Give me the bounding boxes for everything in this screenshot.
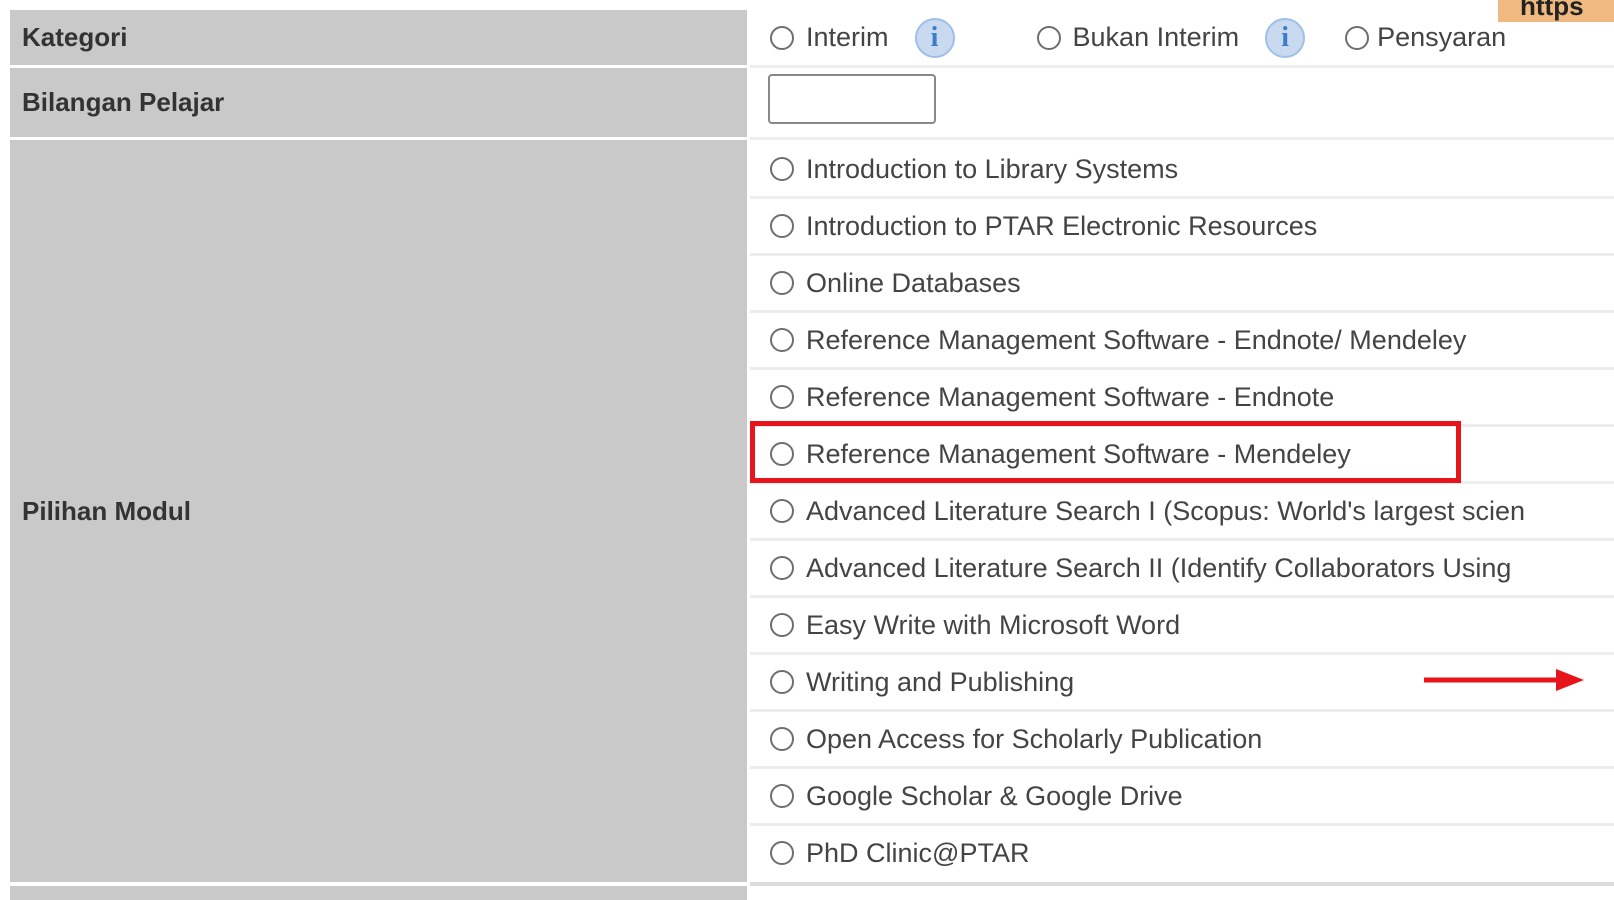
kategori-option-bukan-interim[interactable]: Bukan Interim i	[1017, 17, 1306, 58]
row-divider	[750, 65, 1614, 68]
row-divider	[750, 137, 1614, 140]
option-label: Bukan Interim	[1072, 22, 1240, 52]
radio-button[interactable]	[770, 727, 794, 751]
modul-option[interactable]: Advanced Literature Search II (Identify …	[750, 541, 1614, 595]
kategori-option-interim[interactable]: Interim i	[750, 17, 955, 58]
radio-button[interactable]	[770, 442, 794, 466]
option-label: Interim	[806, 22, 889, 52]
radio-pensyaran[interactable]	[1345, 25, 1370, 50]
pilihan-modul-label: Pilihan Modul	[10, 140, 747, 882]
modul-option-label: Easy Write with Microsoft Word	[806, 609, 1181, 640]
radio-bukan-interim[interactable]	[1036, 25, 1061, 50]
radio-button[interactable]	[770, 214, 794, 238]
info-icon[interactable]: i	[1265, 17, 1306, 58]
radio-button[interactable]	[770, 841, 794, 865]
row-divider	[750, 882, 1614, 886]
arrow-right-icon	[1424, 669, 1584, 691]
radio-button[interactable]	[770, 670, 794, 694]
info-icon[interactable]: i	[914, 17, 955, 58]
bilangan-pelajar-label-text: Bilangan Pelajar	[22, 87, 225, 117]
modul-option-label: Online Databases	[806, 267, 1021, 298]
modul-option-label: Advanced Literature Search I (Scopus: Wo…	[806, 495, 1526, 526]
modul-option[interactable]: Advanced Literature Search I (Scopus: Wo…	[750, 484, 1614, 538]
modul-option-label: PhD Clinic@PTAR	[806, 837, 1030, 868]
bilangan-pelajar-input[interactable]	[768, 74, 936, 124]
modul-option-label: Reference Management Software - Mendeley	[806, 438, 1351, 469]
option-label: Pensyaran	[1377, 22, 1507, 52]
modul-option[interactable]: Google Scholar & Google Drive	[750, 769, 1614, 823]
modul-option[interactable]: Easy Write with Microsoft Word	[750, 598, 1614, 652]
modul-option-label: Introduction to Library Systems	[806, 153, 1179, 184]
modul-option-label: Writing and Publishing	[806, 666, 1075, 697]
pilihan-modul-label-text: Pilihan Modul	[22, 495, 191, 526]
url-badge: https	[1498, 0, 1614, 22]
url-badge-text: https	[1520, 0, 1584, 21]
modul-option[interactable]: Online Databases	[750, 256, 1614, 310]
radio-interim[interactable]	[770, 25, 794, 50]
modul-option[interactable]: Introduction to PTAR Electronic Resource…	[750, 199, 1614, 253]
kategori-label-text: Kategori	[22, 22, 128, 52]
modul-option[interactable]: Introduction to Library Systems	[750, 142, 1614, 196]
bilangan-pelajar-label: Bilangan Pelajar	[10, 68, 747, 137]
modul-option-label: Open Access for Scholarly Publication	[806, 723, 1263, 754]
modul-option-label: Reference Management Software - Endnote/…	[806, 324, 1467, 355]
radio-button[interactable]	[770, 499, 794, 523]
radio-button[interactable]	[770, 613, 794, 637]
kategori-options: Interim i Bukan Interim i Pensyaran	[750, 10, 1614, 65]
modul-option-label: Introduction to PTAR Electronic Resource…	[806, 210, 1318, 241]
modul-option[interactable]: Reference Management Software - Endnote	[750, 370, 1614, 424]
radio-button[interactable]	[770, 157, 794, 181]
modul-option-label: Google Scholar & Google Drive	[806, 780, 1183, 811]
modul-option[interactable]: Reference Management Software - Endnote/…	[750, 313, 1614, 367]
kategori-label: Kategori	[10, 10, 747, 65]
modul-option-highlighted[interactable]: Reference Management Software - Mendeley	[750, 427, 1614, 481]
radio-button[interactable]	[770, 328, 794, 352]
modul-option[interactable]: Open Access for Scholarly Publication	[750, 712, 1614, 766]
radio-button[interactable]	[770, 556, 794, 580]
radio-button[interactable]	[770, 784, 794, 808]
kategori-option-pensyaran[interactable]: Pensyaran	[1345, 22, 1506, 53]
modul-option-label: Reference Management Software - Endnote	[806, 381, 1335, 412]
next-row-label	[10, 886, 747, 900]
radio-button[interactable]	[770, 271, 794, 295]
radio-button[interactable]	[770, 385, 794, 409]
modul-option[interactable]: PhD Clinic@PTAR	[750, 826, 1614, 880]
modul-option-label: Advanced Literature Search II (Identify …	[806, 552, 1512, 583]
